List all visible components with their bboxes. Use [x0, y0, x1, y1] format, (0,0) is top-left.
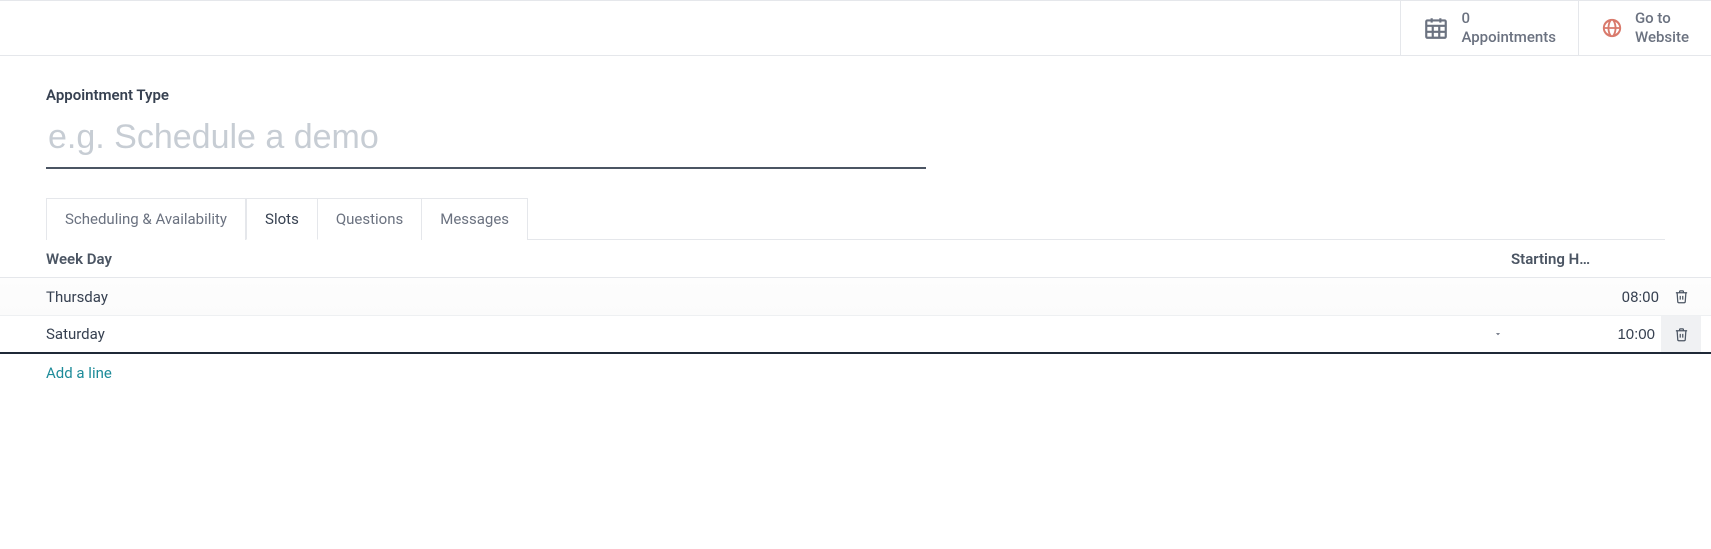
appointment-name-input[interactable]: [46, 112, 926, 169]
globe-icon: [1601, 17, 1623, 39]
slots-table: Week Day Starting H… Thursday 08:00: [0, 240, 1711, 392]
tab-questions[interactable]: Questions: [317, 198, 422, 240]
tab-messages[interactable]: Messages: [421, 198, 528, 240]
trash-icon: [1674, 327, 1689, 342]
go-to-website-button[interactable]: Go to Website: [1578, 1, 1711, 55]
weekday-value: Thursday: [46, 288, 108, 306]
appointments-count: 0: [1461, 9, 1556, 29]
add-line-button[interactable]: Add a line: [0, 354, 1711, 392]
tab-scheduling[interactable]: Scheduling & Availability: [46, 198, 246, 240]
weekday-dropdown-toggle[interactable]: [1493, 329, 1503, 339]
col-weekday: Week Day: [46, 250, 1511, 268]
trash-icon: [1674, 289, 1689, 304]
delete-row-button[interactable]: [1661, 316, 1701, 352]
tabs: Scheduling & Availability Slots Question…: [46, 197, 1665, 240]
hour-input[interactable]: [1511, 320, 1659, 349]
appointments-button[interactable]: 0 Appointments: [1400, 1, 1578, 55]
website-line1: Go to: [1635, 9, 1689, 29]
website-line2: Website: [1635, 28, 1689, 48]
calendar-icon: [1423, 15, 1449, 41]
table-row[interactable]: Thursday 08:00: [0, 278, 1711, 316]
table-header: Week Day Starting H…: [0, 240, 1711, 278]
appointments-label: Appointments: [1461, 28, 1556, 48]
weekday-value: Saturday: [46, 325, 105, 343]
hour-value: 08:00: [1622, 288, 1659, 306]
form-content: Appointment Type Scheduling & Availabili…: [0, 56, 1711, 392]
table-row[interactable]: Saturday: [0, 316, 1711, 354]
tab-slots[interactable]: Slots: [246, 198, 318, 240]
topbar: 0 Appointments Go to Website: [0, 0, 1711, 56]
appointment-type-label: Appointment Type: [46, 86, 1665, 104]
delete-row-button[interactable]: [1661, 278, 1701, 315]
chevron-down-icon: [1493, 329, 1503, 339]
col-starting-hour: Starting H…: [1511, 250, 1661, 268]
